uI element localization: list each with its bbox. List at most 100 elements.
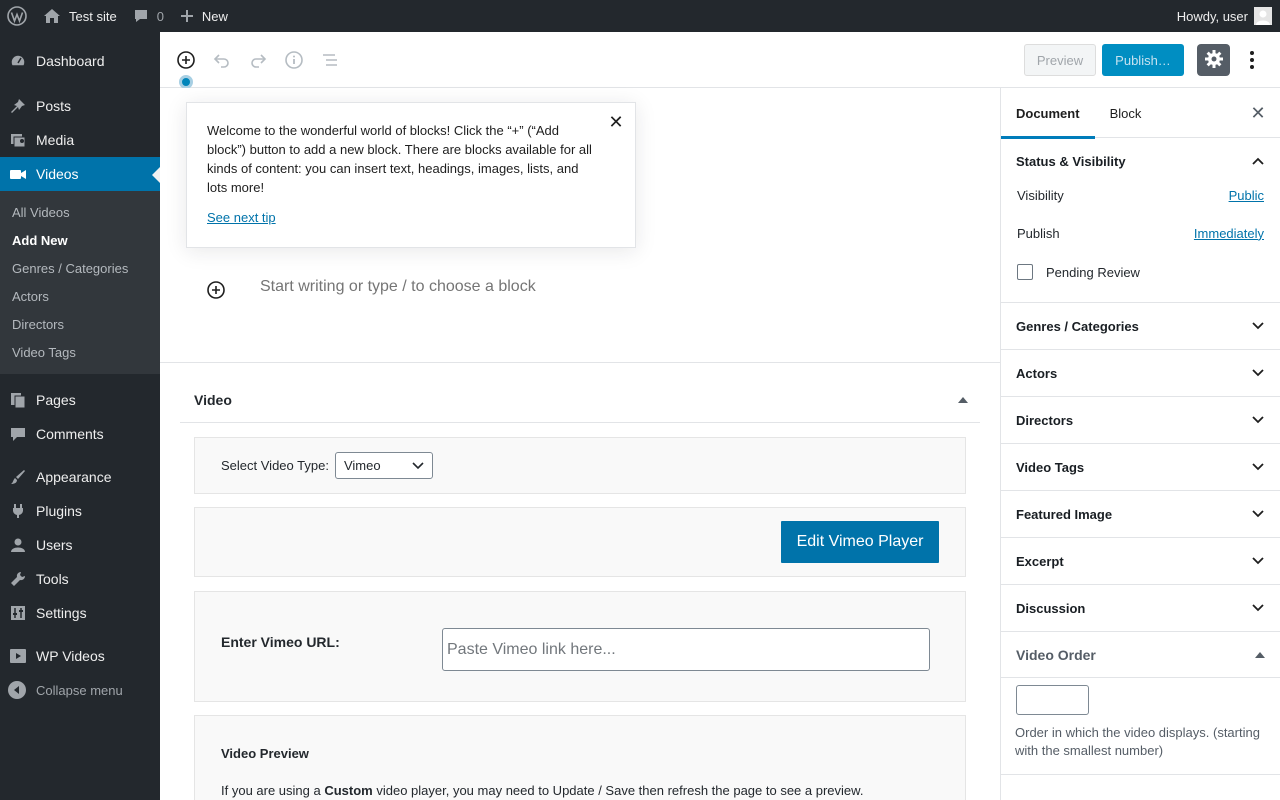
excerpt-panel[interactable]: Excerpt bbox=[1001, 538, 1280, 585]
see-next-tip-link[interactable]: See next tip bbox=[207, 210, 276, 225]
media-icon bbox=[8, 130, 28, 150]
dashboard-icon bbox=[8, 51, 28, 71]
publish-date-link[interactable]: Immediately bbox=[1194, 226, 1264, 241]
collapse-menu-button[interactable]: Collapse menu bbox=[0, 673, 160, 707]
publish-button[interactable]: Publish… bbox=[1102, 44, 1184, 76]
plug-icon bbox=[8, 501, 28, 521]
submenu-actors[interactable]: Actors bbox=[0, 282, 160, 310]
preview-button[interactable]: Preview bbox=[1024, 44, 1096, 76]
panel-title: Featured Image bbox=[1016, 506, 1113, 522]
status-visibility-body: Visibility Public Publish Immediately Pe… bbox=[1001, 176, 1280, 302]
actors-panel[interactable]: Actors bbox=[1001, 350, 1280, 397]
redo-icon[interactable] bbox=[246, 48, 270, 72]
video-metabox-header[interactable]: Video bbox=[180, 377, 980, 423]
collapse-triangle-icon bbox=[1255, 651, 1265, 658]
site-name: Test site bbox=[69, 8, 117, 24]
edit-vimeo-player-button[interactable]: Edit Vimeo Player bbox=[781, 521, 939, 563]
tab-document[interactable]: Document bbox=[1001, 88, 1095, 139]
play-icon bbox=[8, 646, 28, 666]
settings-button[interactable] bbox=[1197, 44, 1230, 76]
close-icon[interactable]: ✕ bbox=[607, 113, 625, 131]
visibility-link[interactable]: Public bbox=[1229, 188, 1264, 203]
new-content-link[interactable]: New bbox=[172, 0, 236, 32]
pending-review-checkbox[interactable] bbox=[1017, 264, 1033, 280]
video-tags-panel[interactable]: Video Tags bbox=[1001, 444, 1280, 491]
publish-label: Publish bbox=[1017, 225, 1060, 241]
visibility-row: Visibility Public bbox=[1017, 176, 1264, 214]
collapse-triangle-icon[interactable] bbox=[958, 396, 968, 403]
chevron-down-icon bbox=[1251, 507, 1265, 521]
pending-review-label: Pending Review bbox=[1046, 264, 1140, 280]
video-type-select[interactable]: Vimeo bbox=[334, 452, 433, 479]
vimeo-url-input[interactable] bbox=[442, 628, 930, 671]
gear-icon bbox=[1204, 49, 1224, 72]
close-icon[interactable]: ✕ bbox=[1248, 103, 1268, 123]
directors-panel[interactable]: Directors bbox=[1001, 397, 1280, 444]
vimeo-url-panel: Enter Vimeo URL: bbox=[194, 591, 966, 702]
add-block-icon[interactable] bbox=[174, 48, 198, 72]
genres-categories-panel[interactable]: Genres / Categories bbox=[1001, 303, 1280, 350]
menu-label: Dashboard bbox=[36, 53, 105, 69]
settings-sliders-icon bbox=[8, 603, 28, 623]
submenu-genres-categories[interactable]: Genres / Categories bbox=[0, 254, 160, 282]
my-account[interactable]: Howdy, user bbox=[1177, 7, 1280, 25]
vimeo-url-label: Enter Vimeo URL: bbox=[221, 634, 340, 650]
panel-title: Excerpt bbox=[1016, 553, 1064, 569]
preview-text-part: If you are using a bbox=[221, 783, 325, 798]
submenu-add-new[interactable]: Add New bbox=[0, 226, 160, 254]
menu-posts[interactable]: Posts bbox=[0, 89, 160, 123]
panel-title: Status & Visibility bbox=[1016, 153, 1126, 169]
menu-comments[interactable]: Comments bbox=[0, 417, 160, 451]
menu-wp-videos[interactable]: WP Videos bbox=[0, 639, 160, 673]
admin-menu: Dashboard Posts Media Videos All Videos … bbox=[0, 32, 160, 800]
info-icon[interactable] bbox=[282, 48, 306, 72]
select-value: Vimeo bbox=[343, 458, 381, 473]
block-navigation-icon[interactable] bbox=[318, 48, 342, 72]
chevron-down-icon bbox=[1251, 554, 1265, 568]
more-options-button[interactable] bbox=[1240, 48, 1264, 72]
submenu-video-tags[interactable]: Video Tags bbox=[0, 338, 160, 366]
wordpress-logo-icon[interactable] bbox=[0, 0, 35, 32]
collapse-label: Collapse menu bbox=[36, 682, 123, 698]
discussion-panel[interactable]: Discussion bbox=[1001, 585, 1280, 632]
wrench-icon bbox=[8, 569, 28, 589]
avatar bbox=[1254, 7, 1272, 25]
menu-dashboard[interactable]: Dashboard bbox=[0, 44, 160, 78]
admin-bar: Test site 0 New Howdy, user bbox=[0, 0, 1280, 32]
menu-settings[interactable]: Settings bbox=[0, 596, 160, 630]
video-order-description: Order in which the video displays. (star… bbox=[1015, 725, 1260, 758]
menu-plugins[interactable]: Plugins bbox=[0, 494, 160, 528]
meta-boxes-area: Video Select Video Type: Vimeo Edit Vime… bbox=[160, 362, 1000, 800]
collapse-icon bbox=[8, 681, 26, 699]
comments-link[interactable]: 0 bbox=[125, 0, 172, 32]
submenu-all-videos[interactable]: All Videos bbox=[0, 198, 160, 226]
editor-header: Preview Publish… bbox=[160, 32, 1280, 89]
menu-label: Appearance bbox=[36, 469, 112, 485]
menu-label: Comments bbox=[36, 426, 104, 442]
new-label: New bbox=[201, 8, 228, 24]
block-placeholder[interactable]: Start writing or type / to choose a bloc… bbox=[260, 278, 536, 296]
menu-tools[interactable]: Tools bbox=[0, 562, 160, 596]
submenu-directors[interactable]: Directors bbox=[0, 310, 160, 338]
site-name-link[interactable]: Test site bbox=[35, 0, 125, 32]
menu-videos[interactable]: Videos bbox=[0, 157, 160, 191]
pending-review-row: Pending Review bbox=[1017, 252, 1264, 292]
menu-media[interactable]: Media bbox=[0, 123, 160, 157]
featured-image-panel[interactable]: Featured Image bbox=[1001, 491, 1280, 538]
comment-icon bbox=[8, 424, 28, 444]
visibility-label: Visibility bbox=[1017, 187, 1064, 203]
video-order-header[interactable]: Video Order bbox=[1001, 632, 1280, 678]
menu-pages[interactable]: Pages bbox=[0, 383, 160, 417]
plus-icon bbox=[180, 9, 194, 23]
menu-label: Settings bbox=[36, 605, 87, 621]
video-order-input[interactable] bbox=[1016, 685, 1089, 715]
menu-appearance[interactable]: Appearance bbox=[0, 460, 160, 494]
menu-users[interactable]: Users bbox=[0, 528, 160, 562]
tab-block[interactable]: Block bbox=[1095, 88, 1157, 138]
chevron-down-icon bbox=[1251, 601, 1265, 615]
player-panel: Edit Vimeo Player bbox=[194, 507, 966, 577]
undo-icon[interactable] bbox=[210, 48, 234, 72]
inline-add-block-icon[interactable] bbox=[206, 280, 226, 300]
menu-label: Videos bbox=[36, 166, 79, 182]
welcome-tip-popover: Welcome to the wonderful world of blocks… bbox=[186, 102, 636, 248]
